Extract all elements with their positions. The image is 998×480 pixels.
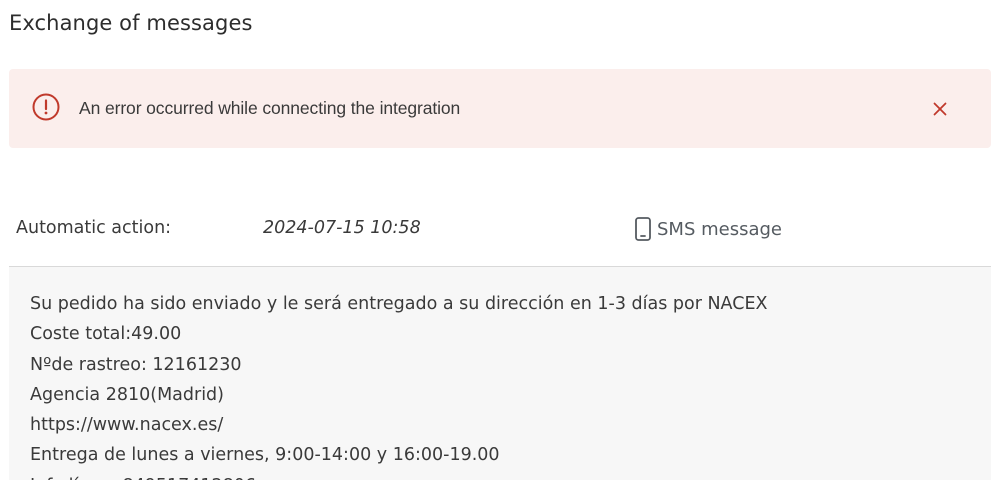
message-line: Agencia 2810(Madrid) — [30, 384, 224, 405]
page-title: Exchange of messages — [9, 11, 253, 35]
error-alert: An error occurred while connecting the i… — [9, 69, 991, 148]
action-label: Automatic action: — [16, 218, 172, 238]
error-circle-icon — [32, 93, 60, 121]
message-line: Entrega de lunes a viernes, 9:00-14:00 y… — [30, 445, 500, 466]
message-lines: Su pedido ha sido enviado y le será entr… — [30, 289, 768, 480]
message-meta-row: Automatic action: 2024-07-15 10:58 SMS m… — [0, 212, 998, 246]
message-line: Su pedido ha sido enviado y le será entr… — [30, 294, 768, 314]
message-timestamp: 2024-07-15 10:58 — [263, 218, 421, 238]
message-body: Su pedido ha sido enviado y le será entr… — [9, 266, 991, 480]
message-exchange-panel: Exchange of messages An error occurred w… — [0, 0, 998, 480]
message-line: Nºde rastreo: 12161230 — [30, 354, 242, 375]
close-icon[interactable] — [930, 99, 950, 119]
message-line: Info línea: 849517412806 — [30, 471, 768, 480]
message-line: https://www.nacex.es/ — [30, 415, 224, 436]
channel-label: SMS message — [657, 218, 782, 240]
mobile-phone-icon — [635, 217, 651, 241]
channel-indicator: SMS message — [633, 216, 782, 242]
alert-message: An error occurred while connecting the i… — [79, 98, 461, 118]
message-line: Coste total:49.00 — [30, 324, 182, 345]
